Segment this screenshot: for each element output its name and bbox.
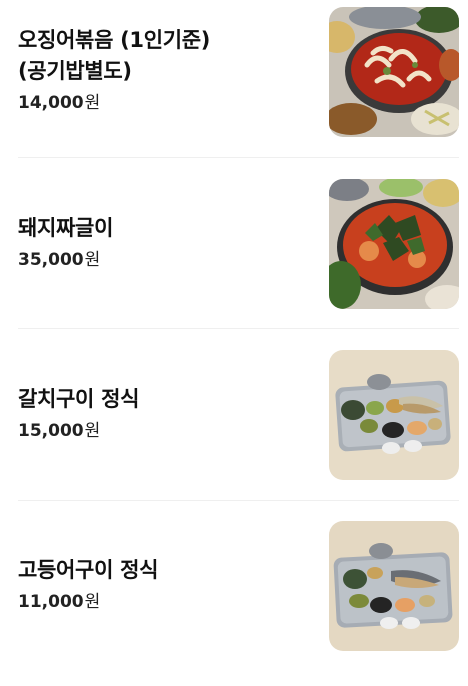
menu-item[interactable]: 오징어볶음 (1인기준)(공기밥별도) 14,000원 [0,0,468,172]
pork-jjageuli-photo[interactable] [329,179,459,309]
menu-item-name: 갈치구이 정식 [18,386,140,411]
grilled-mackerel-set-image [329,521,459,651]
menu-item-info: 돼지짜글이 35,000원 [18,198,300,286]
menu-item-price: 15,000원 [18,419,300,443]
price-value: 11,000 [18,591,84,612]
price-value: 35,000 [18,249,84,270]
pork-jjageuli-image [329,179,459,309]
currency-unit: 원 [84,420,101,441]
menu-item-price: 14,000원 [18,91,300,115]
menu-item-info: 갈치구이 정식 15,000원 [18,369,300,457]
menu-item-name: 고등어구이 정식 [18,557,159,582]
menu-item-price: 35,000원 [18,248,300,272]
menu-item[interactable]: 갈치구이 정식 15,000원 [0,343,468,515]
menu-item[interactable]: 돼지짜글이 35,000원 [0,172,468,344]
menu-item-price: 11,000원 [18,590,300,614]
currency-unit: 원 [84,591,101,612]
menu-item-info: 고등어구이 정식 11,000원 [18,540,300,628]
squid-stir-fry-photo[interactable] [329,7,459,137]
currency-unit: 원 [84,93,101,113]
menu-item-name: 오징어볶음 (1인기준)(공기밥별도) [18,28,211,83]
price-value: 15,000 [18,420,84,441]
grilled-hairtail-set-image [329,350,459,480]
menu-item-info: 오징어볶음 (1인기준)(공기밥별도) 14,000원 [18,26,300,114]
divider [18,157,459,158]
divider [18,500,459,501]
price-value: 14,000 [18,93,84,113]
grilled-hairtail-set-photo[interactable] [329,350,459,480]
menu-item[interactable]: 고등어구이 정식 11,000원 [0,514,468,686]
currency-unit: 원 [84,249,101,270]
grilled-mackerel-set-photo[interactable] [329,521,459,651]
divider [18,328,459,329]
squid-stir-fry-image [329,7,459,137]
menu-item-name: 돼지짜글이 [18,215,114,240]
